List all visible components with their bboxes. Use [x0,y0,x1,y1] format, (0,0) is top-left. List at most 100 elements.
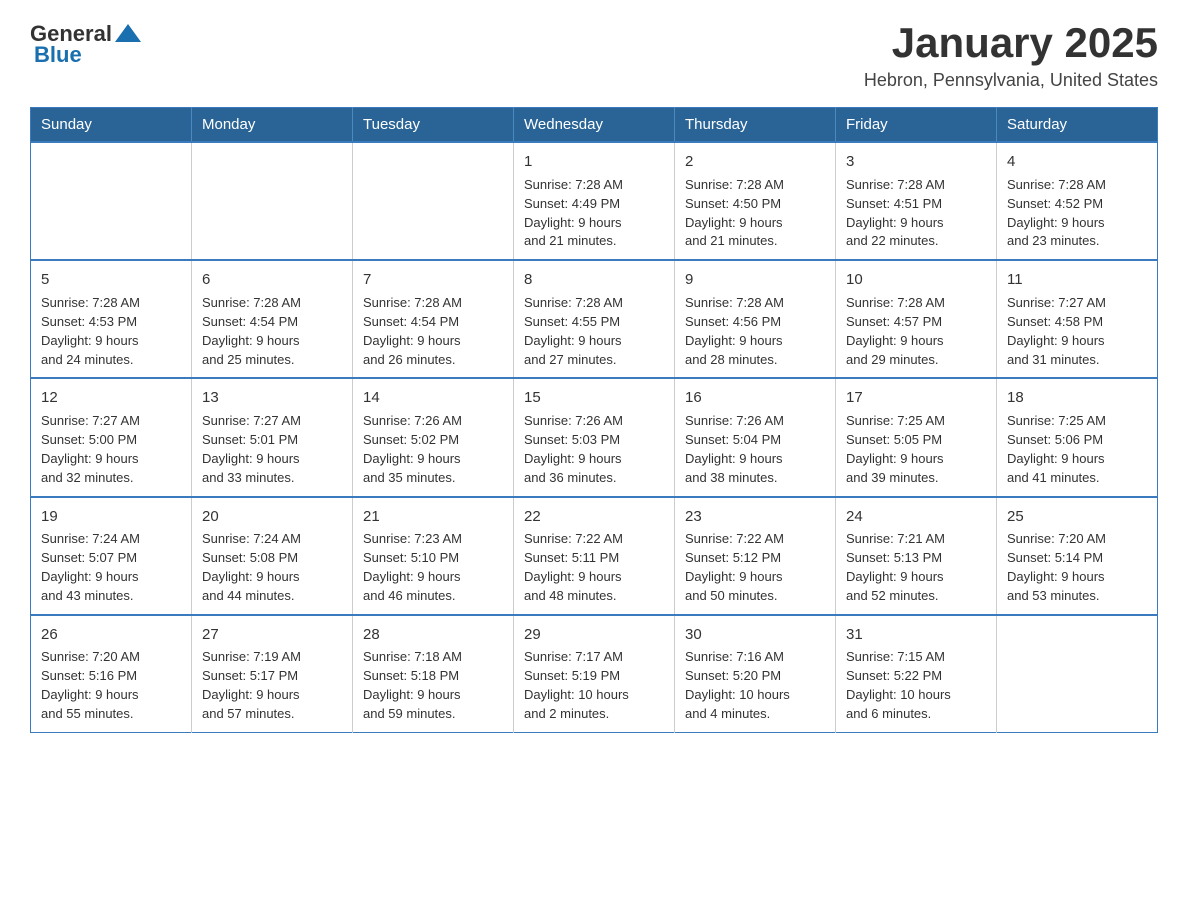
column-header-sunday: Sunday [31,108,192,143]
calendar-cell: 11 Sunrise: 7:27 AM Sunset: 4:58 PM Dayli… [997,260,1158,378]
day-info: Sunrise: 7:27 AM Sunset: 4:58 PM Dayligh… [1007,295,1106,367]
calendar-cell: 13 Sunrise: 7:27 AM Sunset: 5:01 PM Dayli… [192,378,353,496]
day-number: 16 [685,387,825,409]
calendar-cell: 30 Sunrise: 7:16 AM Sunset: 5:20 PM Dayli… [675,615,836,733]
week-row-4: 19 Sunrise: 7:24 AM Sunset: 5:07 PM Dayli… [31,497,1158,615]
day-info: Sunrise: 7:23 AM Sunset: 5:10 PM Dayligh… [363,531,462,603]
day-number: 8 [524,269,664,291]
day-number: 5 [41,269,181,291]
day-info: Sunrise: 7:20 AM Sunset: 5:16 PM Dayligh… [41,649,140,721]
calendar-cell: 17 Sunrise: 7:25 AM Sunset: 5:05 PM Dayli… [836,378,997,496]
calendar-cell: 10Sunrise: 7:28 AM Sunset: 4:57 PM Dayli… [836,260,997,378]
day-number: 20 [202,506,342,528]
day-info: Sunrise: 7:26 AM Sunset: 5:04 PM Dayligh… [685,413,784,485]
calendar-cell: 8 Sunrise: 7:28 AM Sunset: 4:55 PM Daylig… [514,260,675,378]
day-number: 2 [685,151,825,173]
day-info: Sunrise: 7:15 AM Sunset: 5:22 PM Dayligh… [846,649,951,721]
calendar-cell: 15 Sunrise: 7:26 AM Sunset: 5:03 PM Dayli… [514,378,675,496]
day-number: 27 [202,624,342,646]
day-info: Sunrise: 7:28 AM Sunset: 4:50 PM Dayligh… [685,177,784,249]
day-info: Sunrise: 7:22 AM Sunset: 5:12 PM Dayligh… [685,531,784,603]
calendar-cell [31,142,192,260]
page-title: January 2025 [864,20,1158,66]
day-number: 25 [1007,506,1147,528]
calendar-cell: 25 Sunrise: 7:20 AM Sunset: 5:14 PM Dayli… [997,497,1158,615]
calendar-cell: 12Sunrise: 7:27 AM Sunset: 5:00 PM Dayli… [31,378,192,496]
day-number: 19 [41,506,181,528]
logo-blue-text: Blue [34,42,82,68]
day-number: 28 [363,624,503,646]
calendar-table: SundayMondayTuesdayWednesdayThursdayFrid… [30,107,1158,733]
day-number: 7 [363,269,503,291]
calendar-cell: 9 Sunrise: 7:28 AM Sunset: 4:56 PM Daylig… [675,260,836,378]
calendar-cell: 28Sunrise: 7:18 AM Sunset: 5:18 PM Dayli… [353,615,514,733]
day-info: Sunrise: 7:26 AM Sunset: 5:03 PM Dayligh… [524,413,623,485]
day-number: 18 [1007,387,1147,409]
day-info: Sunrise: 7:24 AM Sunset: 5:07 PM Dayligh… [41,531,140,603]
day-number: 1 [524,151,664,173]
week-row-5: 26 Sunrise: 7:20 AM Sunset: 5:16 PM Dayli… [31,615,1158,733]
day-info: Sunrise: 7:25 AM Sunset: 5:06 PM Dayligh… [1007,413,1106,485]
day-number: 12 [41,387,181,409]
column-header-tuesday: Tuesday [353,108,514,143]
day-number: 22 [524,506,664,528]
day-number: 10 [846,269,986,291]
title-section: January 2025 Hebron, Pennsylvania, Unite… [864,20,1158,91]
calendar-cell: 7 Sunrise: 7:28 AM Sunset: 4:54 PM Daylig… [353,260,514,378]
day-number: 29 [524,624,664,646]
day-info: Sunrise: 7:28 AM Sunset: 4:51 PM Dayligh… [846,177,945,249]
day-number: 24 [846,506,986,528]
day-number: 13 [202,387,342,409]
week-row-3: 12Sunrise: 7:27 AM Sunset: 5:00 PM Dayli… [31,378,1158,496]
day-info: Sunrise: 7:24 AM Sunset: 5:08 PM Dayligh… [202,531,301,603]
calendar-cell: 31 Sunrise: 7:15 AM Sunset: 5:22 PM Dayli… [836,615,997,733]
header-row: SundayMondayTuesdayWednesdayThursdayFrid… [31,108,1158,143]
day-number: 23 [685,506,825,528]
day-number: 11 [1007,269,1147,291]
day-number: 17 [846,387,986,409]
calendar-cell: 21 Sunrise: 7:23 AM Sunset: 5:10 PM Dayli… [353,497,514,615]
day-number: 26 [41,624,181,646]
day-info: Sunrise: 7:27 AM Sunset: 5:01 PM Dayligh… [202,413,301,485]
logo-icon [113,20,143,48]
column-header-wednesday: Wednesday [514,108,675,143]
day-info: Sunrise: 7:28 AM Sunset: 4:54 PM Dayligh… [363,295,462,367]
calendar-cell [192,142,353,260]
day-info: Sunrise: 7:28 AM Sunset: 4:49 PM Dayligh… [524,177,623,249]
calendar-cell: 2 Sunrise: 7:28 AM Sunset: 4:50 PM Daylig… [675,142,836,260]
page-subtitle: Hebron, Pennsylvania, United States [864,70,1158,91]
day-info: Sunrise: 7:26 AM Sunset: 5:02 PM Dayligh… [363,413,462,485]
day-info: Sunrise: 7:28 AM Sunset: 4:56 PM Dayligh… [685,295,784,367]
day-info: Sunrise: 7:28 AM Sunset: 4:54 PM Dayligh… [202,295,301,367]
calendar-cell: 27 Sunrise: 7:19 AM Sunset: 5:17 PM Dayli… [192,615,353,733]
day-number: 9 [685,269,825,291]
day-number: 4 [1007,151,1147,173]
column-header-monday: Monday [192,108,353,143]
calendar-cell: 3 Sunrise: 7:28 AM Sunset: 4:51 PM Daylig… [836,142,997,260]
calendar-cell: 6Sunrise: 7:28 AM Sunset: 4:54 PM Daylig… [192,260,353,378]
column-header-saturday: Saturday [997,108,1158,143]
day-number: 30 [685,624,825,646]
day-number: 31 [846,624,986,646]
calendar-cell: 18 Sunrise: 7:25 AM Sunset: 5:06 PM Dayli… [997,378,1158,496]
calendar-cell: 5Sunrise: 7:28 AM Sunset: 4:53 PM Daylig… [31,260,192,378]
calendar-cell: 4 Sunrise: 7:28 AM Sunset: 4:52 PM Daylig… [997,142,1158,260]
calendar-cell: 14Sunrise: 7:26 AM Sunset: 5:02 PM Dayli… [353,378,514,496]
day-info: Sunrise: 7:19 AM Sunset: 5:17 PM Dayligh… [202,649,301,721]
calendar-cell: 16 Sunrise: 7:26 AM Sunset: 5:04 PM Dayli… [675,378,836,496]
day-number: 21 [363,506,503,528]
day-number: 3 [846,151,986,173]
day-number: 15 [524,387,664,409]
calendar-header: SundayMondayTuesdayWednesdayThursdayFrid… [31,108,1158,143]
day-info: Sunrise: 7:28 AM Sunset: 4:55 PM Dayligh… [524,295,623,367]
calendar-cell: 20 Sunrise: 7:24 AM Sunset: 5:08 PM Dayli… [192,497,353,615]
day-info: Sunrise: 7:25 AM Sunset: 5:05 PM Dayligh… [846,413,945,485]
calendar-cell: 24Sunrise: 7:21 AM Sunset: 5:13 PM Dayli… [836,497,997,615]
calendar-cell: 1 Sunrise: 7:28 AM Sunset: 4:49 PM Daylig… [514,142,675,260]
calendar-cell [353,142,514,260]
day-info: Sunrise: 7:16 AM Sunset: 5:20 PM Dayligh… [685,649,790,721]
calendar-body: 1 Sunrise: 7:28 AM Sunset: 4:49 PM Daylig… [31,142,1158,732]
column-header-friday: Friday [836,108,997,143]
day-info: Sunrise: 7:28 AM Sunset: 4:52 PM Dayligh… [1007,177,1106,249]
day-info: Sunrise: 7:20 AM Sunset: 5:14 PM Dayligh… [1007,531,1106,603]
